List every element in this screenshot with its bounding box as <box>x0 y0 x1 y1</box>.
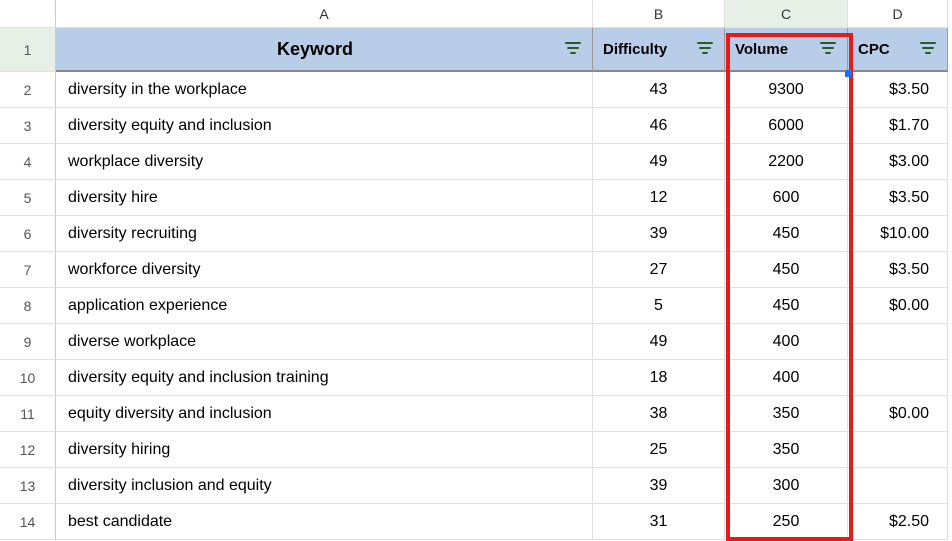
cell-keyword[interactable]: workplace diversity <box>56 144 593 180</box>
cell-difficulty[interactable]: 12 <box>593 180 725 216</box>
cell-cpc[interactable]: $3.00 <box>848 144 948 180</box>
cell-cpc[interactable]: $3.50 <box>848 72 948 108</box>
header-keyword[interactable]: Keyword <box>56 28 593 72</box>
cell-keyword[interactable]: diversity recruiting <box>56 216 593 252</box>
cell-difficulty[interactable]: 49 <box>593 324 725 360</box>
cell-cpc[interactable]: $10.00 <box>848 216 948 252</box>
cell-difficulty[interactable]: 39 <box>593 468 725 504</box>
cell-difficulty[interactable]: 46 <box>593 108 725 144</box>
row-header-13[interactable]: 13 <box>0 468 56 504</box>
row-header-11[interactable]: 11 <box>0 396 56 432</box>
cell-keyword[interactable]: best candidate <box>56 504 593 540</box>
cell-volume[interactable]: 600 <box>725 180 848 216</box>
filter-icon[interactable] <box>819 42 837 56</box>
cell-difficulty[interactable]: 38 <box>593 396 725 432</box>
cell-volume[interactable]: 6000 <box>725 108 848 144</box>
header-cpc[interactable]: CPC <box>848 28 948 72</box>
cell-cpc[interactable]: $2.50 <box>848 504 948 540</box>
cell-volume[interactable]: 450 <box>725 288 848 324</box>
cell-difficulty[interactable]: 27 <box>593 252 725 288</box>
row-header-5[interactable]: 5 <box>0 180 56 216</box>
filter-icon[interactable] <box>919 42 937 56</box>
cell-difficulty[interactable]: 31 <box>593 504 725 540</box>
cell-volume[interactable]: 2200 <box>725 144 848 180</box>
cell-keyword[interactable]: diversity inclusion and equity <box>56 468 593 504</box>
cell-volume[interactable]: 400 <box>725 324 848 360</box>
row-header-10[interactable]: 10 <box>0 360 56 396</box>
row-header-7[interactable]: 7 <box>0 252 56 288</box>
cell-volume[interactable]: 9300 <box>725 72 848 108</box>
cell-volume[interactable]: 450 <box>725 216 848 252</box>
cell-cpc[interactable] <box>848 468 948 504</box>
header-difficulty-label: Difficulty <box>603 41 696 58</box>
cell-volume[interactable]: 250 <box>725 504 848 540</box>
cell-keyword[interactable]: diversity hire <box>56 180 593 216</box>
cell-difficulty[interactable]: 18 <box>593 360 725 396</box>
row-header-14[interactable]: 14 <box>0 504 56 540</box>
row-header-3[interactable]: 3 <box>0 108 56 144</box>
cell-difficulty[interactable]: 25 <box>593 432 725 468</box>
cell-cpc[interactable]: $0.00 <box>848 396 948 432</box>
selection-handle[interactable] <box>845 70 852 77</box>
cell-volume[interactable]: 350 <box>725 396 848 432</box>
cell-volume[interactable]: 350 <box>725 432 848 468</box>
cell-keyword[interactable]: workforce diversity <box>56 252 593 288</box>
row-header-6[interactable]: 6 <box>0 216 56 252</box>
cell-cpc[interactable]: $1.70 <box>848 108 948 144</box>
header-keyword-label: Keyword <box>66 39 564 60</box>
row-header-2[interactable]: 2 <box>0 72 56 108</box>
cell-cpc[interactable]: $3.50 <box>848 180 948 216</box>
cell-keyword[interactable]: application experience <box>56 288 593 324</box>
cell-volume[interactable]: 300 <box>725 468 848 504</box>
col-header-c[interactable]: C <box>725 0 848 28</box>
cell-cpc[interactable]: $3.50 <box>848 252 948 288</box>
row-header-1[interactable]: 1 <box>0 28 56 72</box>
cell-difficulty[interactable]: 49 <box>593 144 725 180</box>
cell-keyword[interactable]: equity diversity and inclusion <box>56 396 593 432</box>
cell-difficulty[interactable]: 39 <box>593 216 725 252</box>
cell-keyword[interactable]: diversity equity and inclusion training <box>56 360 593 396</box>
header-cpc-label: CPC <box>858 41 919 58</box>
cell-volume[interactable]: 450 <box>725 252 848 288</box>
col-header-a[interactable]: A <box>56 0 593 28</box>
header-volume[interactable]: Volume <box>725 28 848 72</box>
col-header-d[interactable]: D <box>848 0 948 28</box>
header-difficulty[interactable]: Difficulty <box>593 28 725 72</box>
cell-keyword[interactable]: diversity equity and inclusion <box>56 108 593 144</box>
cell-cpc[interactable] <box>848 360 948 396</box>
cell-keyword[interactable]: diversity in the workplace <box>56 72 593 108</box>
header-volume-label: Volume <box>735 41 819 58</box>
row-header-4[interactable]: 4 <box>0 144 56 180</box>
cell-keyword[interactable]: diverse workplace <box>56 324 593 360</box>
select-all-corner[interactable] <box>0 0 56 28</box>
cell-difficulty[interactable]: 43 <box>593 72 725 108</box>
spreadsheet-grid: A B C D 1 Keyword Difficulty Volume CPC … <box>0 0 952 540</box>
cell-cpc[interactable]: $0.00 <box>848 288 948 324</box>
cell-difficulty[interactable]: 5 <box>593 288 725 324</box>
row-header-12[interactable]: 12 <box>0 432 56 468</box>
cell-cpc[interactable] <box>848 432 948 468</box>
cell-volume[interactable]: 400 <box>725 360 848 396</box>
filter-icon[interactable] <box>564 42 582 56</box>
cell-keyword[interactable]: diversity hiring <box>56 432 593 468</box>
row-header-8[interactable]: 8 <box>0 288 56 324</box>
filter-icon[interactable] <box>696 42 714 56</box>
row-header-9[interactable]: 9 <box>0 324 56 360</box>
col-header-b[interactable]: B <box>593 0 725 28</box>
cell-cpc[interactable] <box>848 324 948 360</box>
